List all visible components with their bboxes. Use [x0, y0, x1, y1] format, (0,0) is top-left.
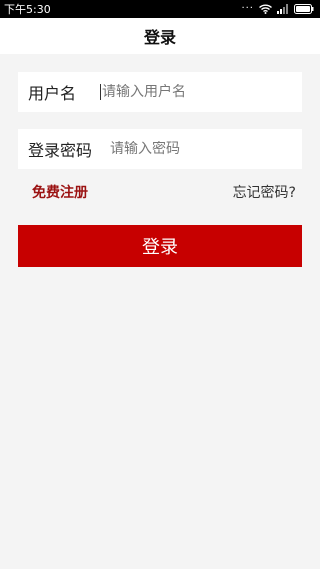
page-title: 登录: [143, 28, 176, 47]
battery-icon: [294, 4, 314, 14]
signal-icon: [277, 4, 288, 14]
status-time: 下午5:30: [4, 3, 51, 16]
login-button[interactable]: 登录: [18, 225, 302, 267]
forgot-password-link[interactable]: 忘记密码?: [233, 182, 296, 202]
wifi-icon: [259, 4, 272, 14]
text-caret: [100, 84, 101, 100]
password-input[interactable]: [100, 141, 302, 157]
username-label: 用户名: [28, 84, 77, 103]
password-label: 登录密码: [28, 141, 93, 160]
status-icons: ···: [241, 4, 314, 14]
status-bar: 下午5:30 ···: [0, 0, 320, 18]
account-links: 免费注册 忘记密码?: [18, 181, 302, 203]
register-link[interactable]: 免费注册: [32, 182, 88, 202]
password-field[interactable]: 登录密码: [18, 129, 302, 169]
header: 登录: [0, 18, 320, 54]
username-input[interactable]: [102, 84, 302, 100]
username-field[interactable]: 用户名: [18, 72, 302, 112]
more-dots-icon: ···: [241, 3, 254, 14]
